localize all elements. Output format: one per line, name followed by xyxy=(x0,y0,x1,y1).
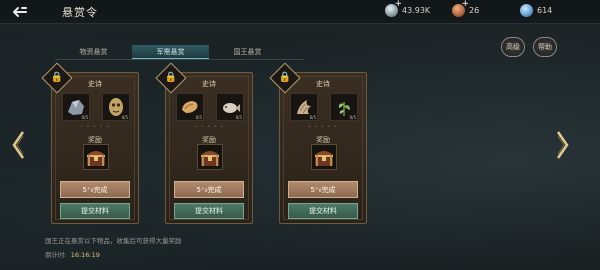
tab-divider xyxy=(55,59,305,60)
required-items: 0/5 0/5 xyxy=(62,93,130,121)
prev-arrow[interactable] xyxy=(11,130,25,160)
bounty-card: 🔒 史诗 0/5 0/5 • • • • • 奖励 5⁺₀完成 提交材料 xyxy=(269,62,367,224)
complete-button[interactable]: 5⁺₀完成 xyxy=(60,181,130,198)
page-title: 悬赏令 xyxy=(62,5,98,19)
progress-dots: • • • • • xyxy=(307,124,339,130)
item-slot[interactable]: 0/5 xyxy=(176,93,204,121)
item-qty: 0/5 xyxy=(81,115,88,120)
help-button[interactable]: 帮助 xyxy=(533,37,557,57)
rarity-label: 史诗 xyxy=(316,80,330,88)
silver-coin-icon: + xyxy=(385,0,402,17)
reward-chest[interactable] xyxy=(197,144,223,170)
top-bar: 悬赏令 + 43.93K + 26 614 xyxy=(0,0,600,24)
back-button[interactable] xyxy=(0,0,40,24)
item-qty: 0/5 xyxy=(121,115,128,120)
item-slot[interactable]: 0/5 xyxy=(102,93,130,121)
currency-gem-value: 614 xyxy=(537,6,553,15)
treasure-chest-icon xyxy=(87,151,105,166)
bounty-tabs: 物资悬赏 军需悬赏 国王悬赏 xyxy=(55,45,305,59)
advanced-button[interactable]: 高级 xyxy=(501,37,525,57)
reward-chest[interactable] xyxy=(83,144,109,170)
submit-materials-button[interactable]: 提交材料 xyxy=(60,203,130,219)
complete-button[interactable]: 5⁺₀完成 xyxy=(174,181,244,198)
item-slot[interactable]: 0/5 xyxy=(216,93,244,121)
item-slot[interactable]: 0/5 xyxy=(290,93,318,121)
tab-king[interactable]: 国王悬赏 xyxy=(209,45,286,59)
item-qty: 0/5 xyxy=(349,115,356,120)
item-slot[interactable]: 0/5 xyxy=(62,93,90,121)
rarity-label: 史诗 xyxy=(88,80,102,88)
rarity-label: 史诗 xyxy=(202,80,216,88)
progress-dots: • • • • • xyxy=(193,124,225,130)
item-slot[interactable]: 0/5 xyxy=(330,93,358,121)
submit-materials-button[interactable]: 提交材料 xyxy=(174,203,244,219)
countdown: 倒计时: 16:16:19 xyxy=(45,249,100,259)
currency-copper-value: 26 xyxy=(469,6,480,15)
currency-silver[interactable]: + 43.93K xyxy=(385,0,431,17)
required-items: 0/5 0/5 xyxy=(176,93,244,121)
tab-military[interactable]: 军需悬赏 xyxy=(132,45,209,59)
item-qty: 0/5 xyxy=(309,115,316,120)
next-arrow[interactable] xyxy=(556,130,570,160)
currency-copper[interactable]: + 26 xyxy=(452,0,480,17)
submit-materials-button[interactable]: 提交材料 xyxy=(288,203,358,219)
treasure-chest-icon xyxy=(315,151,333,166)
complete-button[interactable]: 5⁺₀完成 xyxy=(288,181,358,198)
item-qty: 0/5 xyxy=(235,115,242,120)
bounty-description: 国王正在悬赏以下物品，收集后可获得大量奖励 xyxy=(45,237,182,245)
tab-supplies[interactable]: 物资悬赏 xyxy=(55,45,132,59)
reward-chest[interactable] xyxy=(311,144,337,170)
progress-dots: • • • • • xyxy=(79,124,111,130)
back-arrow-icon xyxy=(13,6,27,17)
countdown-label: 倒计时: xyxy=(45,251,67,259)
item-qty: 0/5 xyxy=(195,115,202,120)
gem-icon xyxy=(520,4,533,17)
copper-coin-icon: + xyxy=(452,0,469,17)
currency-silver-value: 43.93K xyxy=(402,6,431,15)
treasure-chest-icon xyxy=(201,151,219,166)
chevron-left-icon xyxy=(12,131,25,159)
currency-gem: 614 xyxy=(520,4,552,17)
bounty-card: 🔒 史诗 0/5 0/5 • • • • • 奖励 5⁺₀完成 提交材料 xyxy=(155,62,253,224)
bounty-card: 🔒 史诗 0/5 0/5 • • • • • 奖励 5⁺₀完成 提交材料 xyxy=(41,62,139,224)
countdown-value: 16:16:19 xyxy=(70,251,100,259)
chevron-right-icon xyxy=(556,131,569,159)
required-items: 0/5 0/5 xyxy=(290,93,358,121)
